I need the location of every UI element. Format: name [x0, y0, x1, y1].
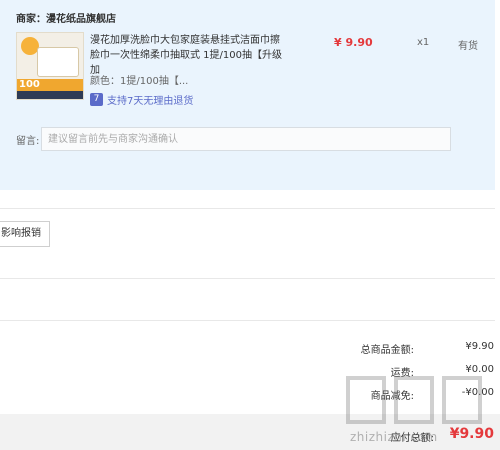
- watermark-glyph: [442, 376, 482, 424]
- shipping-value: ¥0.00: [465, 364, 494, 375]
- subtotal-value: ¥9.90: [465, 341, 494, 352]
- product-price: ¥ 9.90: [334, 36, 373, 49]
- watermark-glyph: [394, 376, 434, 424]
- divider: [0, 320, 495, 321]
- thumbnail-footer: [17, 91, 83, 99]
- subtotal-label: 总商品金额:: [360, 345, 414, 356]
- merchant-line: 商家：漫花纸品旗舰店: [16, 10, 116, 25]
- watermark-logo: zhizhizhi.com: [342, 376, 492, 444]
- thumbnail-number: 100: [19, 79, 40, 90]
- order-card: 商家：漫花纸品旗舰店 100 漫花加厚洗脸巾大包家庭装悬挂式洁面巾擦脸巾一次性绵…: [0, 0, 495, 190]
- returns-policy-text: 支持7天无理由退货: [107, 96, 194, 107]
- message-label: 留言:: [16, 136, 40, 147]
- message-input[interactable]: [41, 127, 451, 151]
- returns-policy[interactable]: 7 支持7天无理由退货: [90, 92, 193, 107]
- seven-day-return-icon: 7: [90, 93, 103, 106]
- divider: [0, 208, 495, 209]
- invoice-button[interactable]: 影响报销: [0, 221, 50, 247]
- watermark-glyph: [346, 376, 386, 424]
- product-spec: 颜色：1提/100抽【...: [90, 76, 189, 87]
- merchant-label: 商家：: [16, 14, 46, 25]
- thumbnail-pack-graphic: [37, 47, 79, 77]
- product-quantity: x1: [417, 37, 430, 48]
- watermark-text: zhizhizhi.com: [350, 430, 438, 444]
- stock-status: 有货: [458, 41, 478, 52]
- summary-row-subtotal: 总商品金额: ¥9.90: [334, 341, 494, 356]
- divider: [0, 278, 495, 279]
- product-thumbnail[interactable]: 100: [16, 32, 84, 100]
- merchant-name[interactable]: 漫花纸品旗舰店: [46, 14, 116, 25]
